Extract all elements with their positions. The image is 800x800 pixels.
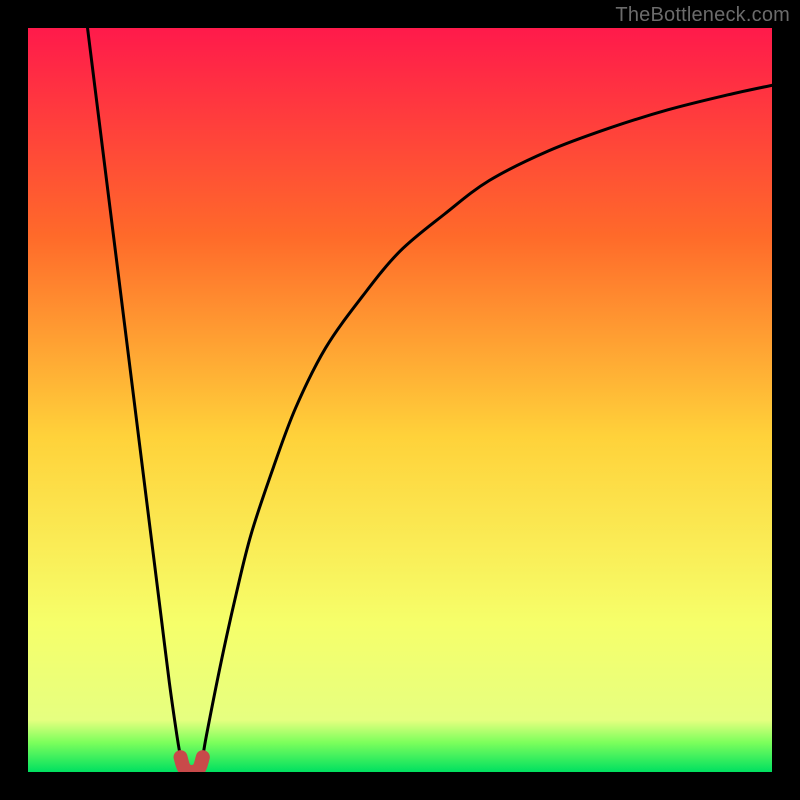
plot-area xyxy=(28,28,772,772)
chart-svg xyxy=(28,28,772,772)
gradient-background xyxy=(28,28,772,772)
watermark-text: TheBottleneck.com xyxy=(615,4,790,27)
chart-frame: TheBottleneck.com xyxy=(0,0,800,800)
